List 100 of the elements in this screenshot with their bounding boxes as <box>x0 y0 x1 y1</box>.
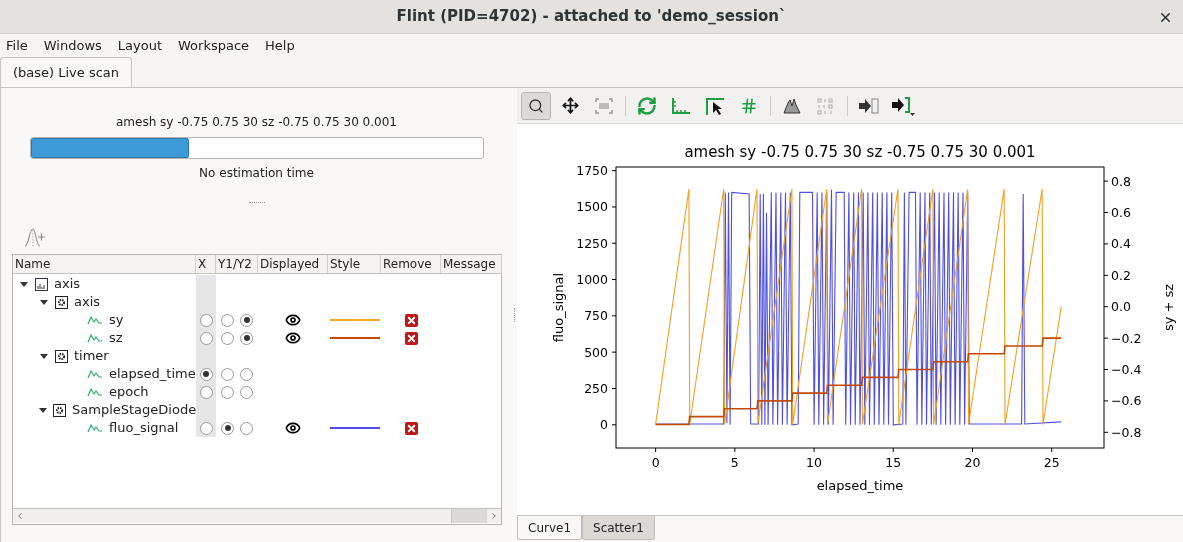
eye-icon[interactable] <box>285 312 301 328</box>
chart-title: amesh sy -0.75 0.75 30 sz -0.75 0.75 30 0.001 <box>684 143 1036 161</box>
radio-button[interactable] <box>240 421 253 435</box>
x-tick-label: 20 <box>964 455 981 470</box>
remove-button[interactable] <box>404 313 418 327</box>
splitter-handle[interactable] <box>248 202 265 205</box>
radio-button[interactable] <box>221 367 234 381</box>
crosshair-pointer-icon <box>704 95 726 116</box>
tree-item-label[interactable]: SampleStageDiode <box>72 400 197 420</box>
tree-item-label[interactable]: fluo_signal <box>109 418 179 438</box>
y2-tick-label: 0.4 <box>1111 236 1131 252</box>
column-header[interactable]: Message <box>441 255 502 273</box>
radio-button[interactable] <box>240 367 253 381</box>
tree-item-label[interactable]: epoch <box>109 382 149 402</box>
column-header[interactable]: Remove <box>381 255 441 273</box>
line-style-swatch[interactable] <box>329 427 380 429</box>
y-tick-label: 1500 <box>576 199 608 215</box>
tab[interactable]: (base) Live scan <box>0 57 133 87</box>
gear-icon <box>55 349 68 363</box>
wave-icon <box>87 369 103 379</box>
arrow-into-box-icon <box>858 96 880 115</box>
tree-item-label[interactable]: timer <box>74 346 109 366</box>
zoom-tool-button[interactable] <box>521 91 551 120</box>
column-header[interactable]: Name <box>13 255 196 273</box>
y-tick-label: 500 <box>584 344 608 360</box>
eye-icon[interactable] <box>285 330 301 346</box>
radio-button[interactable] <box>240 331 253 345</box>
gear-icon <box>55 295 68 309</box>
scrollbar-thumb[interactable] <box>451 509 487 523</box>
line-style-swatch[interactable] <box>329 337 380 339</box>
y2-tick-label: 0.0 <box>1111 299 1131 315</box>
menu-item[interactable]: Help <box>264 35 296 56</box>
x-axis-label: elapsed_time <box>816 478 904 493</box>
column-header[interactable]: Style <box>328 255 381 273</box>
y-tick-label: 1250 <box>576 235 608 251</box>
y-tick-label: 1750 <box>576 163 608 179</box>
radio-button[interactable] <box>221 313 234 327</box>
radio-button[interactable] <box>221 331 234 345</box>
tree-item-label[interactable]: elapsed_time <box>109 364 196 384</box>
window-title: Flint (PID=4702) - attached to 'demo_session` <box>395 6 788 28</box>
close-icon <box>405 314 417 326</box>
y-tick-label: 250 <box>584 380 608 396</box>
y2-tick-label: −0.8 <box>1111 424 1142 440</box>
grid-icon <box>740 96 758 115</box>
radio-button[interactable] <box>221 385 234 399</box>
radio-button[interactable] <box>221 421 234 435</box>
y2-tick-label: −0.2 <box>1111 330 1142 346</box>
close-icon <box>405 422 417 434</box>
menu-item[interactable]: Windows <box>42 35 103 56</box>
y-tick-label: 750 <box>584 308 608 324</box>
tab[interactable]: Scatter1 <box>582 516 655 540</box>
tree-item-label[interactable]: sz <box>109 328 123 348</box>
x-column-cell <box>196 275 216 293</box>
y2-tick-label: 0.6 <box>1111 205 1131 221</box>
radio-button[interactable] <box>240 313 253 327</box>
histogram-icon <box>782 96 802 115</box>
wave-icon <box>87 315 103 325</box>
menu-item[interactable]: File <box>5 35 29 56</box>
tree-item-label[interactable]: axis <box>54 274 81 294</box>
radio-button[interactable] <box>240 385 253 399</box>
y2-tick-label: −0.4 <box>1111 362 1142 377</box>
bar-chart-icon <box>35 277 48 291</box>
tab[interactable]: Curve1 <box>517 516 583 540</box>
search-icon <box>528 97 544 114</box>
x-tick-label: 0 <box>651 455 660 470</box>
gear-icon <box>53 403 66 417</box>
curve-add-icon[interactable] <box>24 226 46 248</box>
expand-toggle[interactable] <box>19 281 29 287</box>
expand-toggle[interactable] <box>39 299 49 305</box>
x-tick-label: 15 <box>885 455 902 470</box>
wave-icon <box>87 333 103 343</box>
arrow-into-bracket-icon <box>891 95 915 116</box>
column-header[interactable]: X <box>196 255 216 273</box>
axes-icon <box>670 95 692 116</box>
y2-tick-label: 0.2 <box>1111 267 1131 283</box>
line-style-swatch[interactable] <box>329 319 380 321</box>
fit-frame-icon <box>594 96 614 115</box>
y2-tick-label: −0.6 <box>1111 393 1142 409</box>
remove-button[interactable] <box>404 331 418 345</box>
y-tick-label: 1000 <box>576 272 608 288</box>
splitter-handle[interactable] <box>514 308 515 322</box>
expand-toggle[interactable] <box>39 407 47 413</box>
x-tick-label: 10 <box>806 455 822 470</box>
x-tick-label: 25 <box>1043 455 1060 470</box>
tree-item-label[interactable]: sy <box>109 310 124 330</box>
estimation-status: No estimation time <box>199 165 314 182</box>
tree-item-label[interactable]: axis <box>74 292 101 312</box>
wave-icon <box>87 387 103 397</box>
column-header[interactable]: Displayed <box>258 255 328 273</box>
menu-item[interactable]: Workspace <box>177 35 251 56</box>
x-tick-label: 5 <box>730 455 739 470</box>
line-series <box>654 337 1062 426</box>
expand-toggle[interactable] <box>39 353 49 359</box>
remove-button[interactable] <box>404 421 418 435</box>
menu-item[interactable]: Layout <box>116 35 163 56</box>
column-header[interactable]: Y1/Y2 <box>216 255 258 273</box>
move-arrows-icon <box>561 97 579 114</box>
y-axis-label: fluo_signal <box>551 272 566 343</box>
horizontal-scrollbar[interactable] <box>13 508 501 523</box>
eye-icon[interactable] <box>285 420 301 436</box>
